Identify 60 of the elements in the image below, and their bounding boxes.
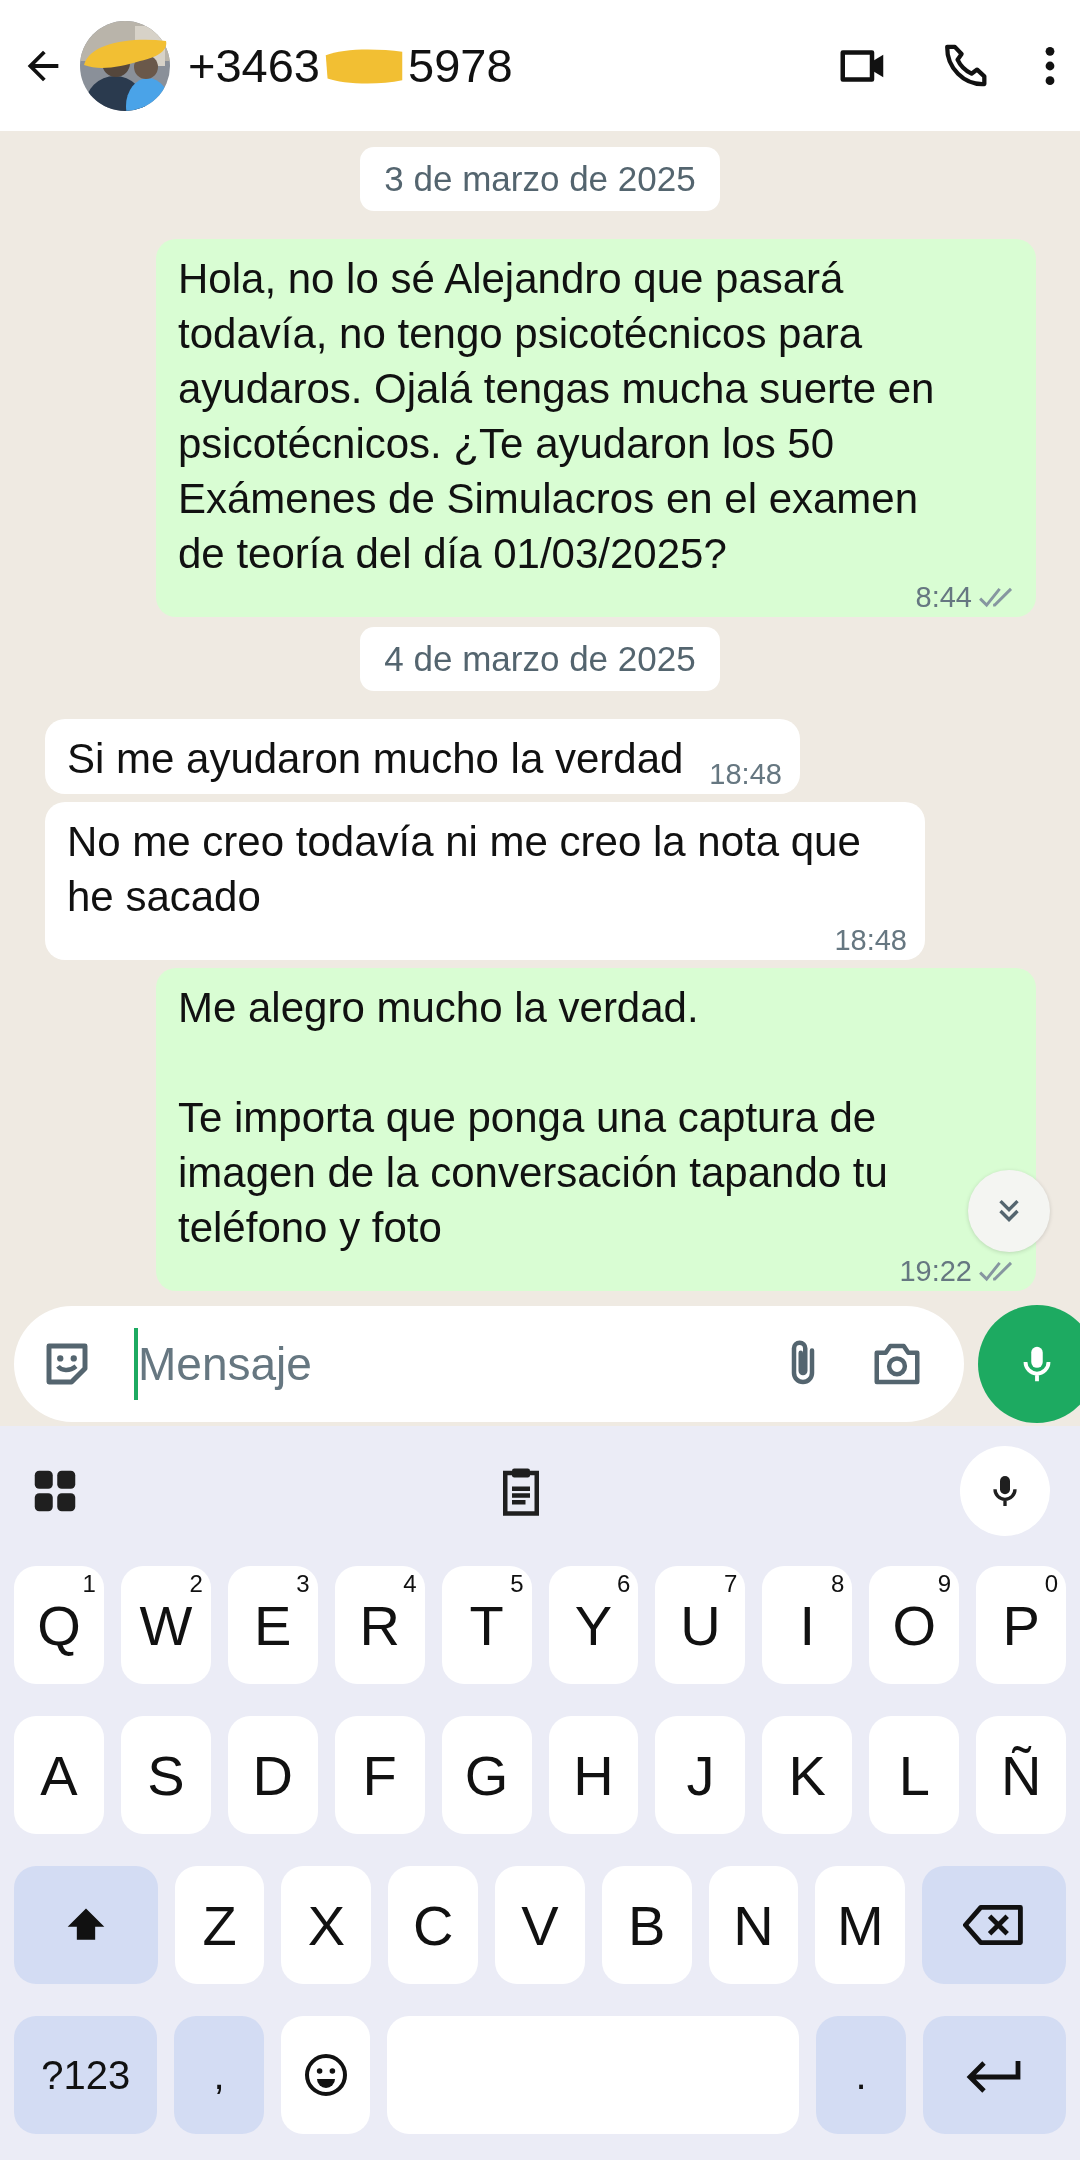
message-text: Hola, no lo sé Alejandro que pasará todavía, no tengo psicotécnicos para ayudaros. Ojalá tengas mucha suerte en psicotécnicos. ¿Te ayudaron los 50 Exámenes de Simulacros en el examen de teoría del día 01/03/2025?	[178, 254, 936, 579]
message-time: 18:48	[709, 758, 782, 790]
key-hint: 6	[617, 1570, 631, 1598]
more-icon[interactable]	[1044, 45, 1056, 86]
keyboard-key[interactable]: K	[762, 1716, 853, 1834]
keyboard-key[interactable]: N	[708, 1866, 799, 1984]
keyboard-key[interactable]: H	[548, 1716, 639, 1834]
keyboard-key[interactable]: ?123	[14, 2016, 158, 2134]
keyboard-key[interactable]: V	[495, 1866, 585, 1984]
keyboard-key[interactable]: Y 6	[548, 1566, 639, 1684]
keyboard-key[interactable]: Ñ	[976, 1716, 1067, 1834]
keyboard-key[interactable]: O 9	[869, 1566, 960, 1684]
keyboard-key[interactable]: D	[227, 1716, 318, 1834]
phone-number: +3463	[188, 38, 320, 93]
keyboard-key[interactable]: F	[334, 1716, 425, 1834]
keyboard-key[interactable]: ,	[174, 2016, 264, 2134]
keyboard-key[interactable]: X	[281, 1866, 372, 1984]
keyboard-key[interactable]: J	[655, 1716, 746, 1834]
keyboard-key[interactable]: C	[388, 1866, 479, 1984]
keyboard-key[interactable]	[922, 1866, 1066, 1984]
key-hint: 7	[724, 1570, 738, 1598]
key-hint: 1	[82, 1570, 96, 1598]
keyboard-key[interactable]: L	[869, 1716, 960, 1834]
keyboard-key[interactable]: U 7	[655, 1566, 746, 1684]
key-hint: 9	[937, 1570, 952, 1598]
keyboard-key[interactable]: .	[816, 2016, 906, 2134]
keyboard-key[interactable]: E 3	[227, 1566, 318, 1684]
keyboard-key[interactable]: G	[441, 1716, 532, 1834]
message-text: Si me ayudaron mucho la verdad	[67, 734, 684, 784]
message-input-bar[interactable]: Mensaje	[14, 1306, 964, 1422]
keyboard-key[interactable]	[922, 2016, 1066, 2134]
key-hint: 2	[189, 1570, 203, 1598]
message-time: 19:22	[899, 1255, 972, 1287]
keyboard-key[interactable]	[280, 2016, 371, 2134]
keyboard-key[interactable]: A	[14, 1716, 104, 1834]
keyboard-key[interactable]: I 8	[762, 1566, 853, 1684]
date-chip: 4 de marzo de 2025	[360, 627, 720, 691]
keyboard-key[interactable]: Q 1	[14, 1566, 104, 1684]
key-hint: 5	[510, 1570, 524, 1598]
keyboard-key[interactable]: T 5	[441, 1566, 532, 1684]
message-text: No me creo todavía ni me creo la nota que he sacado	[67, 817, 862, 922]
key-hint: 8	[830, 1570, 845, 1598]
message-text: Me alegro mucho la verdad. Te importa que ponga una captura de imagen de la conversación tapando tu teléfono y foto	[178, 983, 889, 1253]
key-hint: 0	[1044, 1570, 1059, 1598]
keyboard-key[interactable]: S	[120, 1716, 211, 1834]
keyboard-key[interactable]: B	[601, 1866, 692, 1984]
message-field[interactable]: Mensaje	[138, 1337, 736, 1391]
keyboard-key[interactable]	[14, 1866, 158, 1984]
keyboard-key[interactable]: M	[815, 1866, 906, 1984]
key-hint: 3	[296, 1570, 310, 1598]
key-hint: 4	[403, 1570, 417, 1598]
keyboard-key[interactable]: Z	[174, 1866, 265, 1984]
keyboard-key[interactable]: R 4	[334, 1566, 425, 1684]
message-time: 8:44	[915, 581, 972, 613]
backspace-icon	[963, 1903, 1026, 1947]
date-chip: 3 de marzo de 2025	[360, 147, 720, 211]
message-time: 18:48	[834, 924, 907, 956]
keyboard-key[interactable]: P 0	[976, 1566, 1067, 1684]
keyboard-key[interactable]: W 2	[120, 1566, 211, 1684]
phone-number: 5978	[408, 38, 513, 93]
